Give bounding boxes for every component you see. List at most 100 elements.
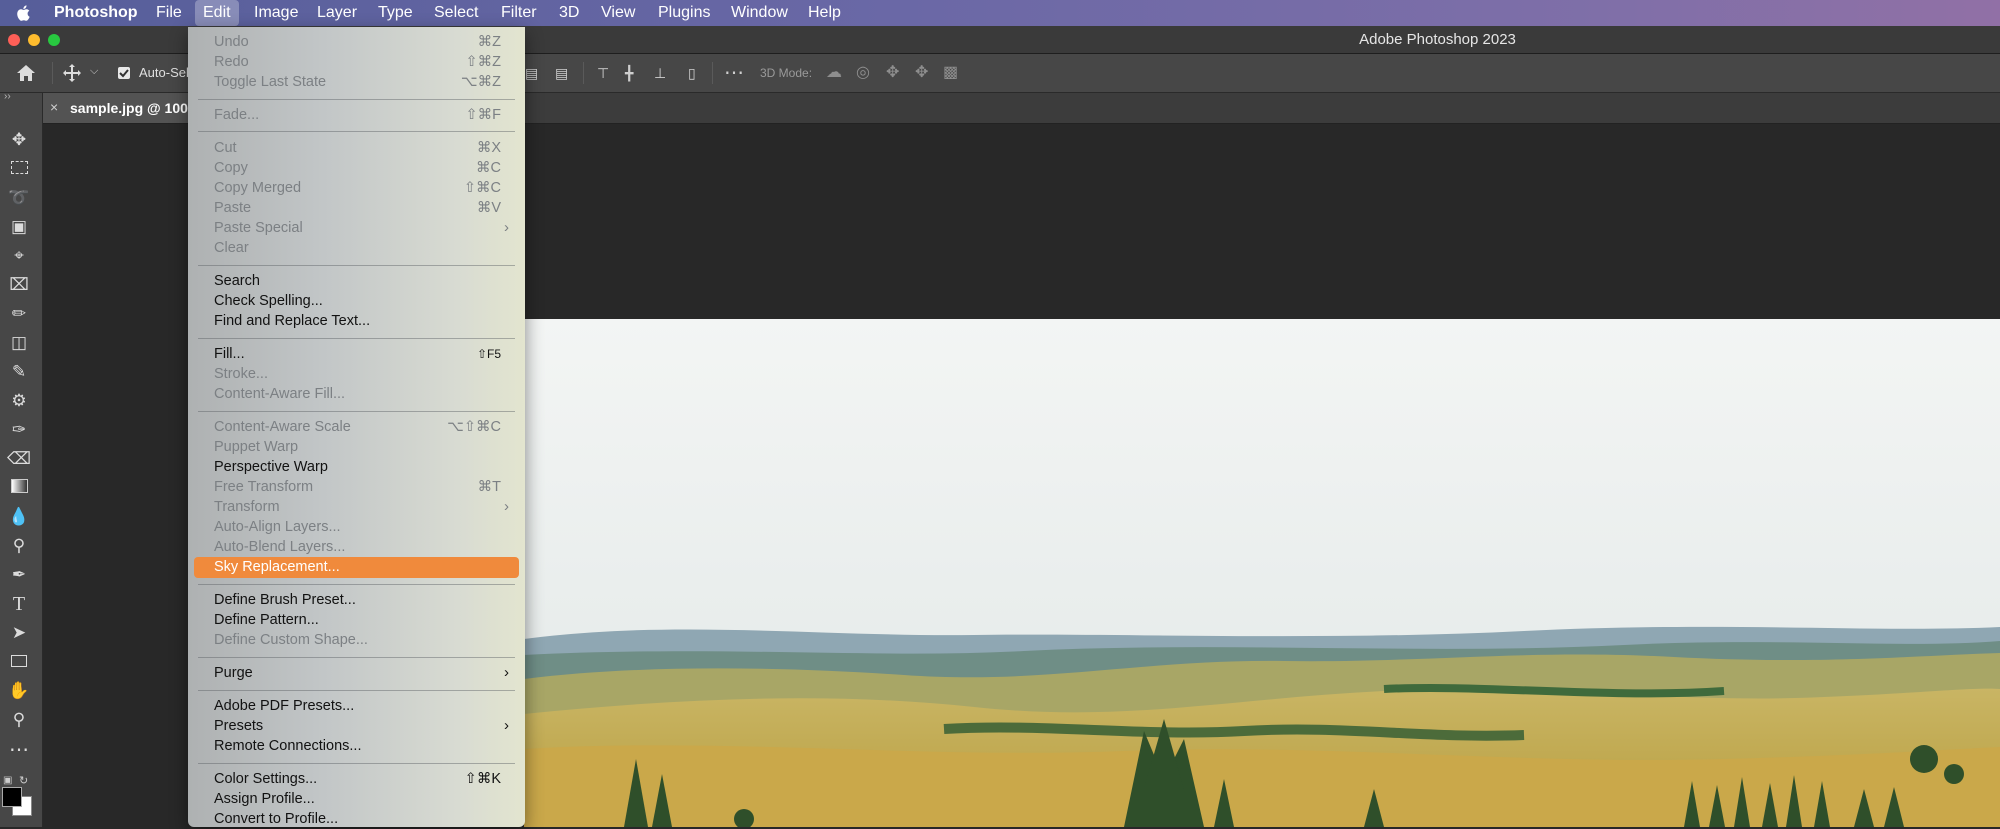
swap-colors-icon[interactable]: ↻	[19, 774, 28, 787]
menu-view[interactable]: View	[593, 0, 643, 26]
menu-item-find-replace-text[interactable]: Find and Replace Text...	[188, 311, 525, 331]
menu-plugins[interactable]: Plugins	[650, 0, 718, 26]
clone-stamp-tool-icon[interactable]: ⚙	[6, 388, 32, 414]
menu-item-color-settings[interactable]: Color Settings... ⇧⌘K	[188, 769, 525, 789]
menu-item-convert-to-profile[interactable]: Convert to Profile...	[188, 809, 525, 829]
menu-item-label: Cut	[214, 140, 237, 156]
pen-tool-icon[interactable]: ✒	[6, 562, 32, 588]
align-center-icon[interactable]: ▤	[555, 54, 568, 92]
expand-panel-icon[interactable]: ››	[4, 91, 11, 102]
menu-item-auto-align-layers[interactable]: Auto-Align Layers...	[188, 517, 525, 537]
type-tool-icon[interactable]: T	[6, 591, 32, 617]
menu-item-copy[interactable]: Copy ⌘C	[188, 158, 525, 178]
move-tool-icon[interactable]: ✥	[6, 127, 32, 153]
menu-item-define-brush-preset[interactable]: Define Brush Preset...	[188, 590, 525, 610]
align-middle-icon[interactable]: ╋	[625, 54, 633, 92]
menu-item-presets[interactable]: Presets ›	[188, 716, 525, 736]
menu-item-clear[interactable]: Clear	[188, 238, 525, 258]
distribute-icon[interactable]: ▤	[525, 54, 538, 92]
menu-item-adobe-pdf-presets[interactable]: Adobe PDF Presets...	[188, 696, 525, 716]
path-selection-tool-icon[interactable]: ➤	[6, 620, 32, 646]
menu-item-remote-connections[interactable]: Remote Connections...	[188, 736, 525, 756]
menu-item-define-pattern[interactable]: Define Pattern...	[188, 610, 525, 630]
menu-item-paste[interactable]: Paste ⌘V	[188, 198, 525, 218]
chevron-down-icon[interactable]: ⌵	[90, 65, 98, 78]
menu-item-content-aware-fill[interactable]: Content-Aware Fill...	[188, 384, 525, 404]
rectangle-tool-icon[interactable]	[6, 649, 32, 675]
menu-item-fade[interactable]: Fade... ⇧⌘F	[188, 105, 525, 125]
blur-tool-icon[interactable]: 💧	[6, 504, 32, 530]
menu-item-cut[interactable]: Cut ⌘X	[188, 138, 525, 158]
menu-item-fill[interactable]: Fill... ⇧F5	[188, 344, 525, 364]
menu-item-label: Convert to Profile...	[214, 811, 339, 827]
minimize-window-button[interactable]	[28, 34, 40, 46]
move-tool-icon[interactable]	[62, 63, 82, 83]
align-bottom-icon[interactable]: ⊥	[654, 54, 666, 92]
menu-select[interactable]: Select	[426, 0, 486, 26]
menu-3d[interactable]: 3D	[551, 0, 587, 26]
edit-toolbar-icon[interactable]: ⋯	[6, 737, 32, 763]
lasso-tool-icon[interactable]: ➰	[6, 185, 32, 211]
dodge-tool-icon[interactable]: ⚲	[6, 533, 32, 559]
close-window-button[interactable]	[8, 34, 20, 46]
menu-help[interactable]: Help	[800, 0, 849, 26]
menu-item-auto-blend-layers[interactable]: Auto-Blend Layers...	[188, 537, 525, 557]
menu-item-shortcut: ⇧⌘Z	[465, 54, 501, 70]
menu-item-stroke[interactable]: Stroke...	[188, 364, 525, 384]
history-brush-tool-icon[interactable]: ✑	[6, 417, 32, 443]
menu-app-photoshop[interactable]: Photoshop	[46, 0, 146, 26]
object-selection-tool-icon[interactable]: ▣	[6, 214, 32, 240]
menu-item-puppet-warp[interactable]: Puppet Warp	[188, 437, 525, 457]
home-icon[interactable]	[15, 63, 37, 83]
menu-item-transform[interactable]: Transform ›	[188, 497, 525, 517]
menu-edit[interactable]: Edit	[195, 0, 239, 26]
zoom-tool-icon[interactable]: ⚲	[6, 707, 32, 733]
menu-item-define-custom-shape[interactable]: Define Custom Shape...	[188, 630, 525, 650]
menu-item-perspective-warp[interactable]: Perspective Warp	[188, 457, 525, 477]
hand-tool-icon[interactable]: ✋	[6, 678, 32, 704]
menu-item-sky-replacement[interactable]: Sky Replacement...	[194, 557, 519, 578]
menu-item-undo[interactable]: Undo ⌘Z	[188, 32, 525, 52]
distribute-vertical-icon[interactable]: ▯	[688, 54, 696, 92]
menu-item-label: Copy	[214, 160, 248, 176]
menu-item-toggle-last-state[interactable]: Toggle Last State ⌥⌘Z	[188, 72, 525, 92]
canvas-image[interactable]	[524, 319, 2000, 827]
menu-item-free-transform[interactable]: Free Transform ⌘T	[188, 477, 525, 497]
3d-roll-icon[interactable]: ◎	[856, 54, 870, 92]
menu-item-copy-merged[interactable]: Copy Merged ⇧⌘C	[188, 178, 525, 198]
menu-item-purge[interactable]: Purge ›	[188, 663, 525, 683]
menu-image[interactable]: Image	[246, 0, 306, 26]
3d-slide-icon[interactable]: ✥	[915, 54, 928, 92]
default-colors-icon[interactable]: ▣	[3, 775, 12, 786]
align-top-icon[interactable]: ⊤	[597, 54, 609, 92]
menu-type[interactable]: Type	[370, 0, 421, 26]
foreground-color-swatch[interactable]	[2, 787, 22, 807]
menu-item-label: Stroke...	[214, 366, 268, 382]
auto-select-checkbox[interactable]	[118, 67, 130, 79]
frame-tool-icon[interactable]: ⌧	[6, 272, 32, 298]
menu-item-content-aware-scale[interactable]: Content-Aware Scale ⌥⇧⌘C	[188, 417, 525, 437]
gradient-tool-icon[interactable]	[6, 475, 32, 501]
menu-item-search[interactable]: Search	[188, 271, 525, 291]
healing-brush-tool-icon[interactable]: ◫	[6, 330, 32, 356]
3d-camera-icon[interactable]: ▩	[943, 54, 958, 92]
menu-filter[interactable]: Filter	[493, 0, 545, 26]
apple-icon[interactable]	[14, 3, 34, 23]
eyedropper-tool-icon[interactable]: ✏	[6, 301, 32, 327]
marquee-tool-icon[interactable]	[6, 156, 32, 182]
zoom-window-button[interactable]	[48, 34, 60, 46]
more-options-icon[interactable]: ⋯	[724, 54, 744, 92]
menu-item-assign-profile[interactable]: Assign Profile...	[188, 789, 525, 809]
close-tab-icon[interactable]: ×	[50, 99, 58, 115]
crop-tool-icon[interactable]: ⌖	[6, 243, 32, 269]
brush-tool-icon[interactable]: ✎	[6, 359, 32, 385]
menu-window[interactable]: Window	[723, 0, 796, 26]
3d-pan-icon[interactable]: ✥	[886, 54, 899, 92]
menu-file[interactable]: File	[148, 0, 190, 26]
menu-item-paste-special[interactable]: Paste Special ›	[188, 218, 525, 238]
eraser-tool-icon[interactable]: ⌫	[6, 446, 32, 472]
menu-item-redo[interactable]: Redo ⇧⌘Z	[188, 52, 525, 72]
3d-orbit-icon[interactable]: ☁	[826, 54, 842, 92]
menu-layer[interactable]: Layer	[309, 0, 365, 26]
menu-item-check-spelling[interactable]: Check Spelling...	[188, 291, 525, 311]
